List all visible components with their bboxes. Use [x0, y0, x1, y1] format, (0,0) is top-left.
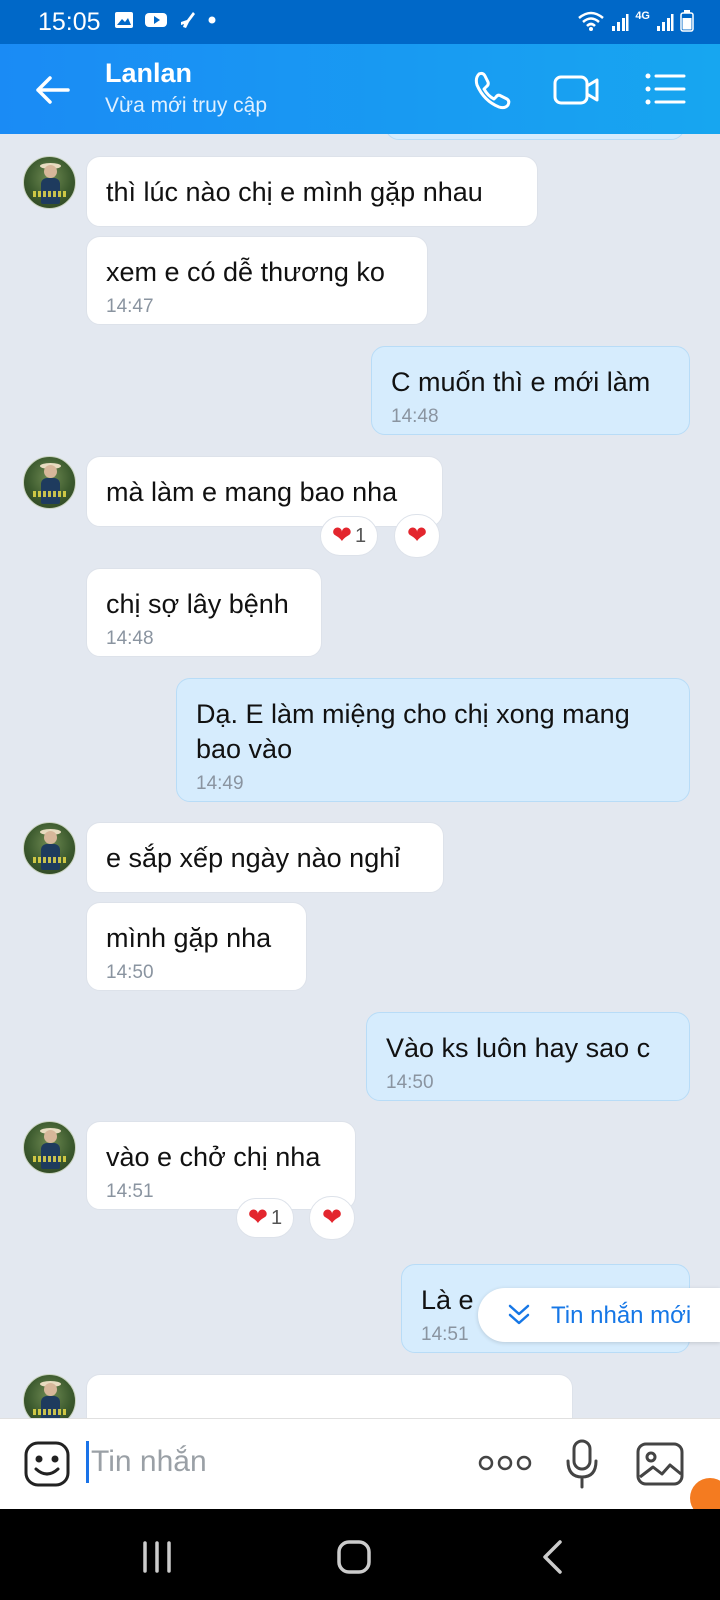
message-time: 14:47 — [106, 296, 154, 317]
message-list[interactable]: thì lúc nào chị e mình gặp nhau xem e có… — [0, 134, 720, 1418]
image-gallery-icon[interactable] — [636, 1441, 684, 1487]
signal-2-icon — [657, 14, 674, 31]
gallery-notification-icon — [115, 12, 133, 28]
system-navigation-bar — [0, 1509, 720, 1600]
message-bubble-incoming[interactable]: thì lúc nào chị e mình gặp nhau — [86, 156, 538, 227]
chat-header: Lanlan Vừa mới truy cập — [0, 44, 720, 134]
contact-avatar[interactable] — [23, 1121, 76, 1174]
more-options-icon[interactable] — [478, 1453, 532, 1473]
youtube-notification-icon — [145, 13, 167, 27]
contact-avatar[interactable] — [23, 1374, 76, 1418]
system-icons: 4G — [577, 10, 694, 32]
message-bubble-outgoing[interactable]: Vào ks luôn hay sao c 14:50 — [366, 1012, 690, 1101]
heart-icon: ❤ — [247, 1204, 268, 1231]
message-text: thì lúc nào chị e mình gặp nhau — [106, 177, 483, 207]
message-bubble-incoming-partial[interactable] — [86, 1374, 573, 1418]
dot-notification-icon — [208, 16, 216, 24]
message-text: mình gặp nha — [106, 923, 272, 953]
heart-icon: ❤ — [331, 522, 352, 549]
reaction-summary[interactable]: ❤ 1 — [320, 516, 378, 556]
message-bubble-outgoing[interactable]: Dạ. E làm miệng cho chị xong mang bao và… — [176, 678, 690, 802]
status-bar: 15:05 4G — [0, 0, 720, 44]
sticker-emoji-icon[interactable] — [24, 1441, 70, 1487]
signal-1-icon — [612, 14, 629, 31]
message-bubble-incoming[interactable]: chị sợ lây bệnh 14:48 — [86, 568, 322, 657]
message-time: 14:48 — [391, 406, 439, 427]
heart-icon: ❤ — [406, 522, 428, 549]
message-bubble-incoming[interactable]: mà làm e mang bao nha — [86, 456, 443, 527]
contact-avatar[interactable] — [23, 456, 76, 509]
message-bubble-partial[interactable] — [385, 134, 685, 140]
wifi-icon — [578, 11, 605, 31]
recent-apps-icon[interactable] — [141, 1541, 173, 1573]
notification-icons — [114, 10, 216, 30]
composer-bar: Tin nhắn — [0, 1418, 720, 1509]
message-text: vào e chở chị nha — [106, 1142, 321, 1172]
message-time: 14:51 — [421, 1324, 469, 1345]
new-messages-button[interactable]: Tin nhắn mới — [478, 1288, 720, 1342]
status-time: 15:05 — [38, 8, 101, 36]
reaction-count: 1 — [270, 1206, 283, 1229]
heart-icon: ❤ — [321, 1204, 343, 1231]
message-time: 14:50 — [386, 1072, 434, 1093]
message-time: 14:50 — [106, 962, 154, 983]
contact-avatar[interactable] — [23, 156, 76, 209]
message-text: mà làm e mang bao nha — [106, 477, 398, 507]
back-nav-icon[interactable] — [540, 1539, 564, 1575]
react-heart-button[interactable]: ❤ — [394, 514, 440, 558]
reaction-count: 1 — [354, 524, 367, 547]
double-chevron-down-icon — [508, 1304, 530, 1325]
contact-status: Vừa mới truy cập — [105, 94, 268, 117]
clean-notification-icon — [181, 12, 195, 28]
contact-name[interactable]: Lanlan — [105, 58, 192, 89]
message-time: 14:49 — [196, 773, 244, 794]
message-text: xem e có dễ thương ko — [106, 257, 385, 287]
microphone-icon[interactable] — [565, 1439, 599, 1489]
phone-call-icon[interactable] — [470, 68, 516, 110]
message-input[interactable]: Tin nhắn — [86, 1441, 207, 1483]
reaction-summary[interactable]: ❤ 1 — [236, 1198, 294, 1238]
contact-avatar[interactable] — [23, 822, 76, 875]
message-time: 14:51 — [106, 1181, 154, 1202]
menu-list-icon[interactable] — [644, 68, 690, 110]
video-call-icon[interactable] — [553, 68, 599, 110]
message-bubble-incoming[interactable]: mình gặp nha 14:50 — [86, 902, 307, 991]
message-time: 14:48 — [106, 628, 154, 649]
back-arrow-icon[interactable] — [32, 70, 72, 110]
message-text: C muốn thì e mới làm — [391, 367, 651, 397]
battery-icon — [680, 10, 694, 32]
message-bubble-incoming[interactable]: e sắp xếp ngày nào nghỉ — [86, 822, 444, 893]
message-bubble-incoming[interactable]: vào e chở chị nha 14:51 — [86, 1121, 356, 1210]
message-text: e sắp xếp ngày nào nghỉ — [106, 843, 401, 873]
new-messages-label: Tin nhắn mới — [551, 1302, 692, 1329]
home-icon[interactable] — [336, 1539, 372, 1575]
message-text: chị sợ lây bệnh — [106, 589, 289, 619]
message-bubble-outgoing[interactable]: C muốn thì e mới làm 14:48 — [371, 346, 690, 435]
message-bubble-incoming[interactable]: xem e có dễ thương ko 14:47 — [86, 236, 428, 325]
message-text: Vào ks luôn hay sao c — [386, 1033, 651, 1063]
message-text: Dạ. E làm miệng cho chị xong mang bao và… — [196, 699, 630, 764]
network-type-label: 4G — [635, 10, 650, 22]
react-heart-button[interactable]: ❤ — [309, 1196, 355, 1240]
